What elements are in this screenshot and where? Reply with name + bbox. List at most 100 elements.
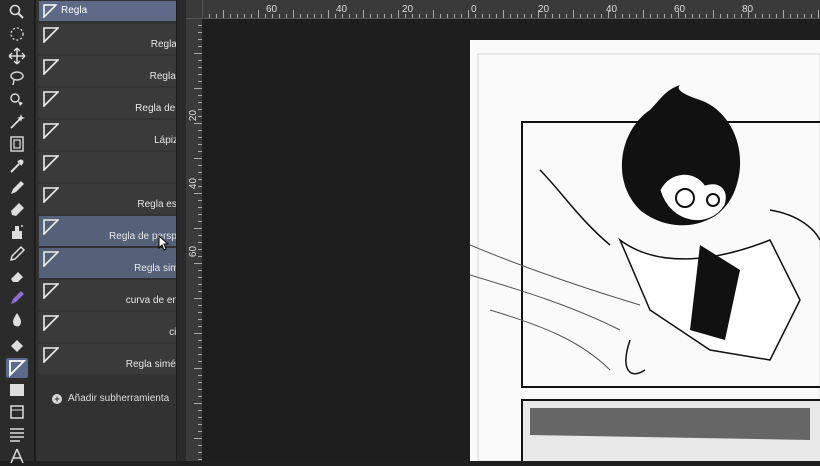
ruler-tick — [650, 14, 651, 18]
ruler-tick — [776, 14, 777, 18]
select-tool[interactable] — [6, 90, 28, 110]
mouse-cursor-icon — [158, 235, 170, 251]
ruler-tick — [713, 10, 714, 18]
ruler-tick — [559, 14, 560, 18]
lasso-tool[interactable] — [6, 68, 28, 88]
ruler-tick — [622, 14, 623, 18]
airbrush-tool[interactable] — [6, 222, 28, 242]
add-subtool-button[interactable]: + Añadir subherramienta — [52, 393, 169, 404]
ruler-tick — [349, 14, 350, 18]
text-icon — [10, 448, 24, 464]
ruler-tick — [286, 14, 287, 18]
subtool-panel: Regla Regla linealRegla curvaRegla de fi… — [36, 0, 207, 461]
ruler-tick — [328, 10, 329, 18]
ruler-tick-label: 60 — [674, 4, 686, 15]
ruler-tick — [258, 10, 259, 18]
text-tool[interactable] — [6, 446, 28, 466]
eyedropper-tool[interactable] — [6, 156, 28, 176]
ruler-tick — [531, 14, 532, 18]
ruler-tick — [426, 14, 427, 18]
ruler-tick — [321, 14, 322, 18]
ruler-tool[interactable] — [6, 358, 28, 378]
box-tool[interactable] — [6, 402, 28, 422]
ruler-icon — [9, 360, 26, 377]
manga-artwork — [469, 53, 820, 466]
ruler-tick — [496, 14, 497, 18]
ruler-tick — [615, 14, 616, 18]
ruler-tick — [447, 14, 448, 18]
ruler-icon — [43, 123, 59, 139]
ruler-icon — [43, 187, 59, 203]
ruler-tick — [244, 14, 245, 18]
ruler-corner — [186, 0, 203, 19]
ruler-icon — [43, 283, 59, 299]
pen-tool[interactable] — [6, 178, 28, 198]
ruler-tick — [194, 158, 202, 159]
ruler-tick — [412, 14, 413, 18]
ruler-tick — [279, 14, 280, 18]
manga-page[interactable] — [469, 40, 820, 466]
frame-tool[interactable] — [6, 134, 28, 154]
move-tool[interactable] — [6, 46, 28, 66]
vector-pen-tool[interactable] — [6, 288, 28, 308]
ruler-tick-label: 20 — [538, 4, 550, 15]
ruler-tick — [223, 10, 224, 18]
ruler-tick — [657, 14, 658, 18]
ruler-tick — [678, 10, 679, 18]
ruler-tick — [580, 14, 581, 18]
magic-wand-tool[interactable] — [6, 112, 28, 132]
ruler-tick — [510, 14, 511, 18]
frame-icon — [10, 136, 24, 152]
ruler-icon — [43, 91, 59, 107]
ruler-tick — [194, 263, 202, 264]
ruler-tick — [797, 14, 798, 18]
move-icon — [8, 47, 26, 65]
ruler-tick — [671, 14, 672, 18]
lasso-select-tool[interactable] — [6, 24, 28, 44]
magic-wand-icon — [10, 114, 25, 129]
ruler-tick — [566, 14, 567, 18]
ruler-tick — [685, 14, 686, 18]
airbrush-icon — [12, 225, 23, 239]
ruler-tick — [748, 10, 749, 18]
ruler-tick — [194, 403, 202, 404]
eraser-tool[interactable] — [6, 266, 28, 286]
ruler-icon — [43, 59, 59, 75]
ruler-tick — [307, 14, 308, 18]
blend-icon — [13, 313, 21, 327]
ruler-tick — [538, 10, 539, 18]
blend-tool[interactable] — [6, 310, 28, 330]
ruler-tick — [818, 10, 819, 18]
ruler-tick — [545, 14, 546, 18]
ruler-tick — [356, 14, 357, 18]
zoom-tool[interactable] — [6, 2, 28, 22]
ruler-icon — [43, 347, 59, 363]
ruler-tick — [194, 438, 202, 439]
fill-tool[interactable] — [6, 336, 28, 356]
ruler-tick — [461, 14, 462, 18]
eraser-icon — [11, 272, 23, 282]
ruler-tick — [209, 14, 210, 18]
marker-tool[interactable] — [6, 200, 28, 220]
ruler-tick — [608, 10, 609, 18]
ruler-tick — [194, 228, 202, 229]
add-subtool-label: Añadir subherramienta — [68, 393, 170, 404]
ruler-tick — [489, 14, 490, 18]
ruler-tick — [194, 123, 202, 124]
lines-tool[interactable] — [6, 424, 28, 444]
pencil-tool[interactable] — [6, 244, 28, 264]
ruler-tick — [762, 14, 763, 18]
ruler-tick — [363, 10, 364, 18]
eyedropper-icon — [10, 159, 24, 173]
gradient-tool[interactable] — [6, 380, 28, 400]
ruler-icon — [43, 315, 59, 331]
ruler-tick — [377, 14, 378, 18]
ruler-tick — [216, 14, 217, 18]
ruler-tick — [370, 14, 371, 18]
ruler-tick — [265, 14, 266, 18]
ruler-tick — [755, 14, 756, 18]
ruler-tick — [573, 10, 574, 18]
ruler-tick — [398, 10, 399, 18]
ruler-tick — [468, 10, 469, 18]
ruler-tick — [475, 14, 476, 18]
